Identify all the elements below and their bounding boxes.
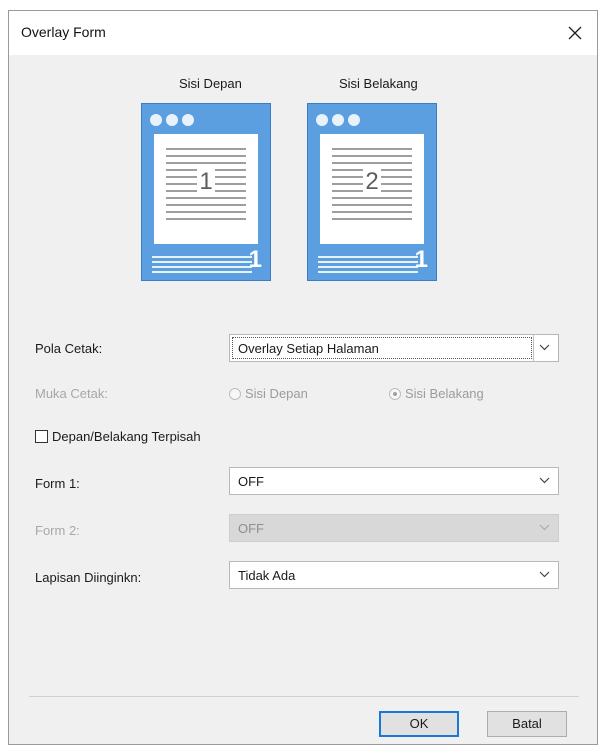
front-sheet-number: 1 xyxy=(197,168,215,195)
footer-separator xyxy=(29,696,579,697)
back-sheet: 2 xyxy=(320,134,424,244)
form1-value: OFF xyxy=(238,474,264,489)
chevron-down-icon xyxy=(539,524,550,531)
back-sheet-number: 2 xyxy=(363,168,381,195)
window-title: Overlay Form xyxy=(21,24,106,40)
print-pattern-value: Overlay Setiap Halaman xyxy=(238,341,379,356)
radio-back-side[interactable]: Sisi Belakang xyxy=(389,386,484,401)
layer-value: Tidak Ada xyxy=(238,568,296,583)
cancel-button[interactable]: Batal xyxy=(487,711,567,737)
chevron-down-icon xyxy=(539,477,550,484)
ok-button[interactable]: OK xyxy=(379,711,459,737)
layer-label: Lapisan Diinginkn: xyxy=(35,570,142,585)
front-corner-number: 1 xyxy=(248,246,262,273)
front-preview-label: Sisi Depan xyxy=(179,76,242,91)
close-icon xyxy=(568,26,582,40)
print-pattern-select[interactable]: Overlay Setiap Halaman xyxy=(229,334,559,362)
print-face-label: Muka Cetak: xyxy=(35,386,108,401)
radio-front-side[interactable]: Sisi Depan xyxy=(229,386,308,401)
front-page-preview: 1 1 xyxy=(141,103,271,281)
title-bar: Overlay Form xyxy=(9,11,597,55)
footer-stripes xyxy=(318,256,418,276)
front-sheet: 1 xyxy=(154,134,258,244)
footer-stripes xyxy=(152,256,252,276)
chevron-down-icon xyxy=(539,571,550,578)
page-dots xyxy=(316,114,360,126)
radio-circle xyxy=(229,387,241,400)
radio-front-side-label: Sisi Depan xyxy=(245,386,308,401)
checkbox-box[interactable] xyxy=(35,430,48,443)
separate-front-back-label: Depan/Belakang Terpisah xyxy=(52,429,201,444)
form1-label: Form 1: xyxy=(35,476,80,491)
chevron-down-icon xyxy=(539,344,550,351)
separate-front-back-checkbox[interactable]: Depan/Belakang Terpisah xyxy=(35,429,201,444)
back-page-preview: 2 1 xyxy=(307,103,437,281)
back-preview-label: Sisi Belakang xyxy=(339,76,418,91)
form2-select[interactable]: OFF xyxy=(229,514,559,542)
form2-value: OFF xyxy=(238,521,264,536)
print-pattern-label: Pola Cetak: xyxy=(35,341,103,356)
page-dots xyxy=(150,114,194,126)
form1-select[interactable]: OFF xyxy=(229,467,559,495)
radio-circle-checked xyxy=(389,387,401,400)
close-button[interactable] xyxy=(561,19,589,47)
radio-back-side-label: Sisi Belakang xyxy=(405,386,484,401)
overlay-form-dialog: Overlay Form Sisi Depan Sisi Belakang 1 xyxy=(8,10,598,745)
layer-select[interactable]: Tidak Ada xyxy=(229,561,559,589)
back-corner-number: 1 xyxy=(414,246,428,273)
form2-label: Form 2: xyxy=(35,523,80,538)
